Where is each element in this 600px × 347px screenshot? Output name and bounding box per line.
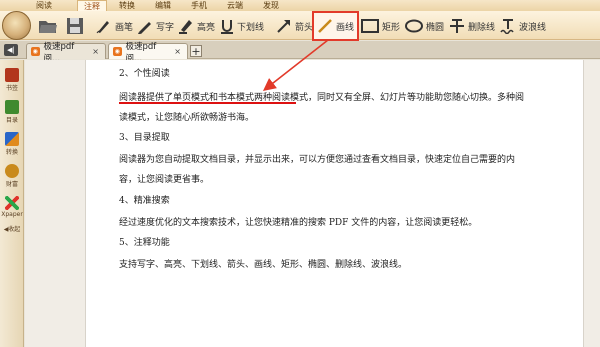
left-sidebar: 书签 目录 转换 财富 Xpaper ◀收起 (0, 60, 24, 347)
ellipse-icon (405, 19, 423, 33)
underline-label: 下划线 (237, 22, 265, 33)
arrow-button[interactable]: 箭头 (276, 13, 313, 39)
arrow-icon (277, 20, 290, 33)
heading-precise-search: 4、精准搜索 (119, 196, 170, 206)
xpaper-icon (5, 196, 19, 210)
wealth-icon (5, 164, 19, 178)
ellipse-button[interactable]: 椭圆 (405, 13, 444, 39)
pdf-file-icon: ◉ (31, 47, 40, 56)
strikethrough-icon (450, 19, 464, 33)
strikethrough-button[interactable]: 删除线 (449, 13, 495, 39)
highlight-button[interactable]: 高亮 (178, 13, 215, 39)
pdf-page: 2、个性阅读 阅读器提供了单页模式和书本模式两种阅读模式，同时又有全屏、幻灯片等… (85, 60, 584, 347)
pencil-icon (138, 22, 151, 34)
convert-icon (5, 132, 19, 146)
wavy-line-icon (500, 19, 514, 34)
highlighter-icon (179, 20, 192, 34)
sidebar-toggle-button[interactable]: ◀| (4, 44, 18, 56)
paragraph-line: 读模式，让您随心所欲畅游书海。 (119, 113, 255, 123)
red-underline-annotation[interactable] (119, 102, 296, 104)
menu-tab-edit[interactable]: 编辑 (147, 0, 179, 11)
tab-close-icon[interactable]: × (92, 47, 99, 56)
rectangle-button[interactable]: 矩形 (361, 13, 400, 39)
write-button[interactable]: 写字 (137, 13, 174, 39)
menu-tab-convert[interactable]: 转换 (111, 0, 143, 11)
highlight-label: 高亮 (197, 22, 216, 33)
wavy-line-label: 波浪线 (519, 22, 547, 33)
line-icon (318, 19, 332, 33)
sidebar-item-label: 财富 (5, 181, 18, 188)
rectangle-icon (361, 19, 379, 33)
menu-tab-annotate[interactable]: 注释 (77, 0, 107, 11)
heading-toc-extract: 3、目录提取 (119, 133, 170, 143)
document-tab-2[interactable]: ◉ 极速pdf阅... × (108, 42, 188, 64)
line-button[interactable]: 画线 (311, 11, 360, 41)
strikethrough-label: 删除线 (468, 22, 496, 33)
sidebar-item-convert[interactable]: 转换 (1, 132, 23, 156)
sidebar-item-wealth[interactable]: 财富 (1, 164, 23, 188)
bookmark-icon (5, 68, 19, 82)
menu-bar: 阅读 注释 转换 编辑 手机 云端 发现 (0, 0, 600, 11)
tab-close-icon[interactable]: × (174, 47, 181, 56)
menu-tab-mobile[interactable]: 手机 (183, 0, 215, 11)
contents-icon (5, 100, 19, 114)
line-label: 画线 (336, 22, 355, 33)
save-button[interactable] (66, 13, 84, 39)
heading-annotation: 5、注释功能 (119, 238, 170, 248)
sidebar-item-xpaper[interactable]: Xpaper (1, 196, 23, 218)
rectangle-label: 矩形 (382, 22, 401, 33)
paragraph-line: 阅读器为您自动提取文档目录，并显示出来，可以方便您通过查看文档目录，快速定位自己… (119, 155, 516, 165)
sidebar-item-label: Xpaper (1, 211, 23, 218)
folder-open-icon (39, 21, 57, 33)
toolbar: 画笔 写字 高亮 下划线 箭头 画线 矩形 椭圆 删除线 波浪线 (0, 11, 600, 41)
open-file-button[interactable] (38, 13, 58, 39)
sidebar-item-contents[interactable]: 目录 (1, 100, 23, 124)
document-tab-1[interactable]: ◉ 极速pdf阅... × (26, 42, 106, 64)
arrow-label: 箭头 (295, 22, 314, 33)
brush-label: 画笔 (115, 22, 134, 33)
sidebar-item-label: 转换 (5, 149, 18, 156)
sidebar-item-label: ◀收起 (3, 226, 21, 233)
wavy-line-button[interactable]: 波浪线 (500, 13, 546, 39)
paragraph-line: 容，让您阅读更省事。 (119, 175, 210, 185)
paragraph-line: 支持写字、高亮、下划线、箭头、画线、矩形、椭圆、删除线、波浪线。 (119, 260, 408, 270)
sidebar-item-label: 书签 (5, 85, 18, 92)
paragraph-line: 经过速度优化的文本搜索技术，让您快速精准的搜索 PDF 文件的内容，让您阅读更轻… (119, 218, 478, 228)
app-logo (2, 11, 31, 40)
document-viewer[interactable]: 2、个性阅读 阅读器提供了单页模式和书本模式两种阅读模式，同时又有全屏、幻灯片等… (25, 60, 600, 347)
sidebar-item-label: 目录 (5, 117, 18, 124)
menu-tab-discover[interactable]: 发现 (255, 0, 287, 11)
document-tab-bar: ◀| ◉ 极速pdf阅... × ◉ 极速pdf阅... × + (0, 41, 600, 64)
pdf-file-icon: ◉ (113, 47, 122, 56)
heading-personal-reading: 2、个性阅读 (119, 69, 170, 79)
brush-icon (96, 21, 109, 34)
save-icon (67, 18, 83, 34)
sidebar-item-bookmarks[interactable]: 书签 (1, 68, 23, 92)
ellipse-label: 椭圆 (426, 22, 445, 33)
menu-tab-cloud[interactable]: 云端 (219, 0, 251, 11)
underline-icon (221, 20, 233, 34)
write-label: 写字 (156, 22, 175, 33)
menu-tab-read[interactable]: 阅读 (28, 0, 60, 11)
underline-button[interactable]: 下划线 (220, 13, 264, 39)
sidebar-collapse-button[interactable]: ◀收起 (1, 224, 23, 233)
brush-button[interactable]: 画笔 (96, 13, 133, 39)
new-tab-button[interactable]: + (190, 45, 202, 57)
